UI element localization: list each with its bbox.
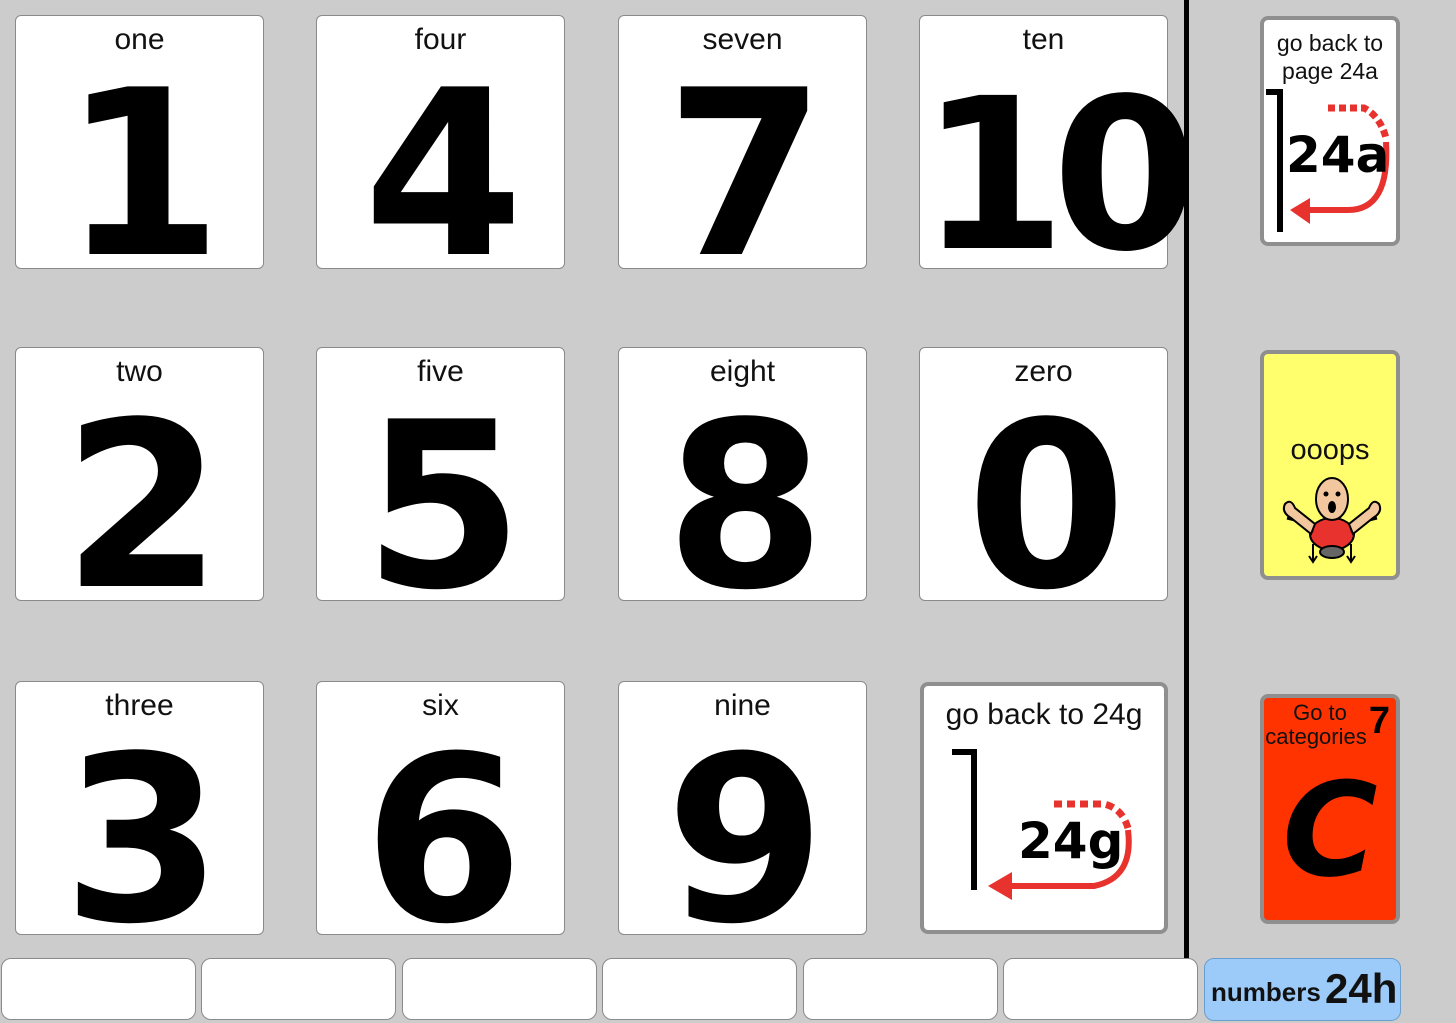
number-cell-zero[interactable]: zero 0 [919,347,1168,623]
number-cell-two[interactable]: two 2 [15,347,264,623]
cell-digit: 5 [363,374,523,641]
number-cell-four[interactable]: four 4 [316,15,565,291]
message-slot-1[interactable] [1,958,196,1020]
ooops-label: ooops [1290,434,1370,466]
go-back-arrow-icon: 24g [952,749,1132,900]
cell-digit: 2 [62,374,222,641]
surprised-person-icon [1282,477,1382,564]
page-indicator: numbers 24h [1204,958,1401,1021]
cell-digit: 4 [363,42,523,309]
go-back-24g-button[interactable]: go back to 24g 24g [920,682,1168,934]
number-cell-five[interactable]: five 5 [316,347,565,623]
message-slot-5[interactable] [803,958,998,1020]
go-back-arrow-icon: 24a [1266,89,1390,232]
ooops-button[interactable]: ooops [1260,350,1400,580]
go-back-page-label-line2: page 24a [1282,58,1378,84]
go-back-page-24a-button[interactable]: go back to page 24a 24a [1260,16,1400,246]
panel-divider [1184,0,1189,958]
message-slot-6[interactable] [1003,958,1198,1020]
cell-digit: 10 [920,53,1198,298]
number-cell-eight[interactable]: eight 8 [618,347,867,623]
message-slot-4[interactable] [602,958,797,1020]
go-back-page-text: 24g [1018,812,1123,870]
number-cell-ten[interactable]: ten 10 [919,15,1198,281]
go-back-page-text: 24a [1286,126,1389,184]
page-word: numbers [1211,977,1321,1007]
number-cell-six[interactable]: six 6 [316,681,565,957]
message-slot-2[interactable] [201,958,396,1020]
go-to-categories-button[interactable]: Go to categories 7 C [1260,694,1400,924]
cell-digit: 3 [62,708,222,975]
categories-letter: C [1282,754,1378,906]
cell-label: ten [1022,23,1065,56]
cell-digit: 7 [665,42,825,309]
cell-digit: 1 [62,42,222,309]
go-back-label: go back to 24g [945,698,1143,731]
categories-number: 7 [1368,700,1390,742]
number-cell-three[interactable]: three 3 [15,681,264,957]
number-cell-one[interactable]: one 1 [15,15,264,291]
cell-digit: 0 [966,374,1126,641]
number-cell-nine[interactable]: nine 9 [618,681,867,957]
go-back-page-label-line1: go back to [1276,30,1384,56]
page-id: 24h [1325,965,1398,1012]
cell-digit: 8 [665,374,825,641]
cell-digit: 9 [665,708,825,975]
message-slot-3[interactable] [402,958,597,1020]
number-cell-seven[interactable]: seven 7 [618,15,867,291]
cell-digit: 6 [363,708,523,975]
